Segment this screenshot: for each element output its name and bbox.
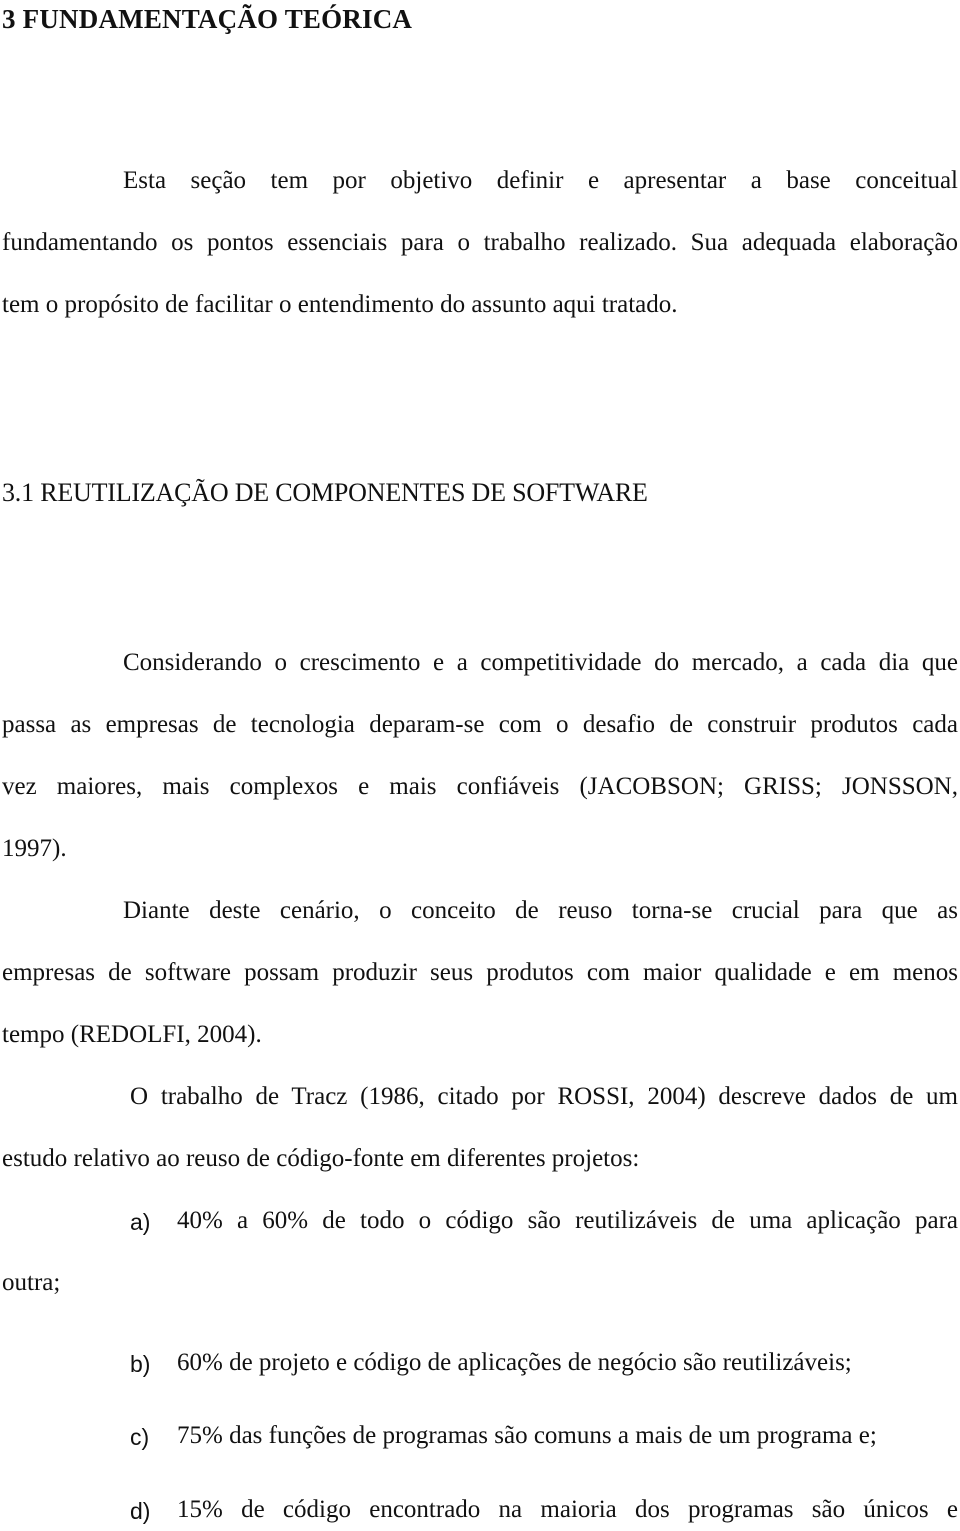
paragraph-line: tem o propósito de facilitar o entendime… [2,291,678,318]
paragraph-line: O trabalho de Tracz (1986, citado por RO… [130,1083,958,1110]
list-item-text: 15% de código encontrado na maioria dos … [177,1496,958,1523]
list-item-text: 75% das funções de programas são comuns … [177,1422,877,1449]
list-item-text: 60% de projeto e código de aplicações de… [177,1349,852,1376]
paragraph-line: tempo (REDOLFI, 2004). [2,1021,262,1048]
paragraph-line: 1997). [2,835,67,862]
paragraph-line: vez maiores, mais complexos e mais confi… [2,773,958,800]
paragraph-line: Considerando o crescimento e a competiti… [123,649,958,676]
section-heading: 3.1 REUTILIZAÇÃO DE COMPONENTES DE SOFTW… [2,478,648,507]
list-marker: c) [130,1424,150,1450]
list-marker: b) [130,1351,151,1377]
list-item-continuation: outra; [2,1269,61,1296]
paragraph-line: estudo relativo ao reuso de código-fonte… [2,1145,640,1172]
paragraph-line: fundamentando os pontos essenciais para … [2,229,958,256]
paragraph-line: passa as empresas de tecnologia deparam-… [2,711,958,738]
list-marker: d) [130,1498,151,1524]
paragraph-line: Diante deste cenário, o conceito de reus… [123,897,958,924]
list-marker: a) [130,1209,151,1235]
paragraph-line: empresas de software possam produzir seu… [2,959,958,986]
list-item-text: 40% a 60% de todo o código são reutilizá… [177,1207,958,1234]
chapter-heading: 3 FUNDAMENTAÇÃO TEÓRICA [2,4,413,34]
paragraph-line: Esta seção tem por objetivo definir e ap… [123,167,958,194]
